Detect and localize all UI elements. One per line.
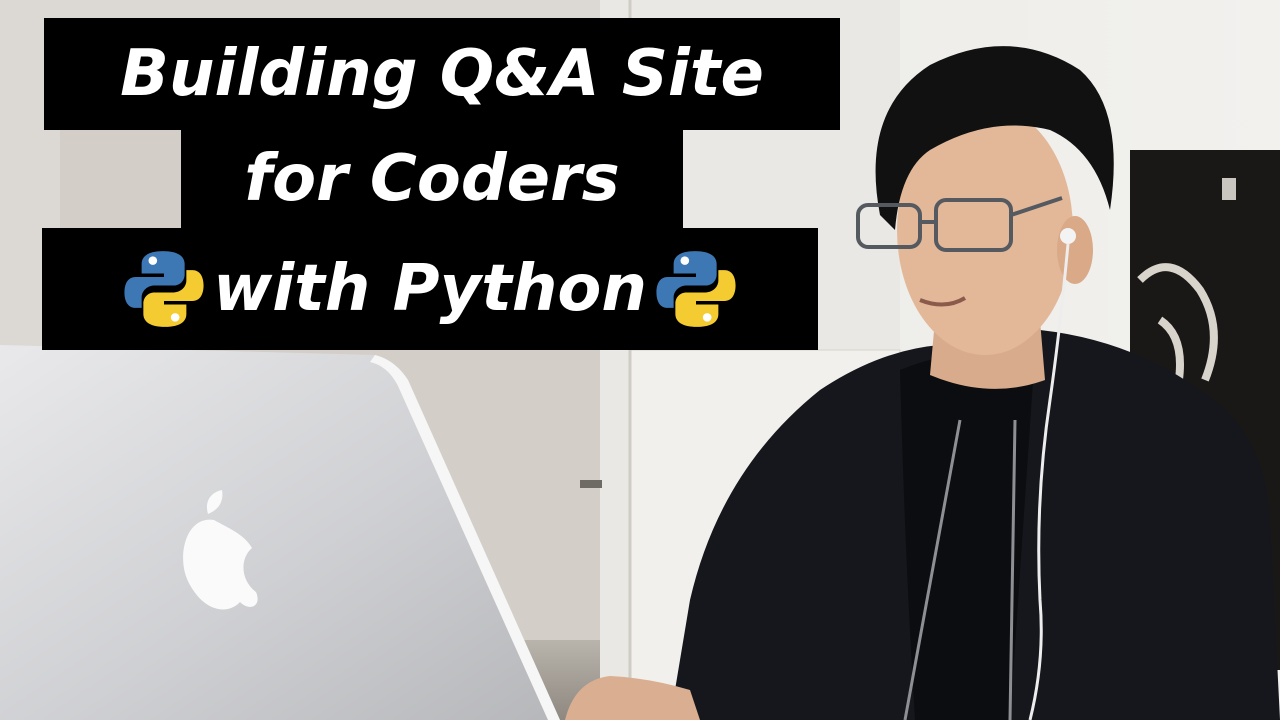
python-logo-icon <box>124 251 204 327</box>
title-text-3: with Python <box>213 252 647 326</box>
title-line-3: with Python <box>42 228 818 350</box>
title-text-1: Building Q&A Site <box>120 37 764 111</box>
python-logo-icon <box>656 251 736 327</box>
title-text-2: for Coders <box>244 142 620 216</box>
title-line-2: for Coders <box>181 130 683 228</box>
title-line-1: Building Q&A Site <box>44 18 840 130</box>
